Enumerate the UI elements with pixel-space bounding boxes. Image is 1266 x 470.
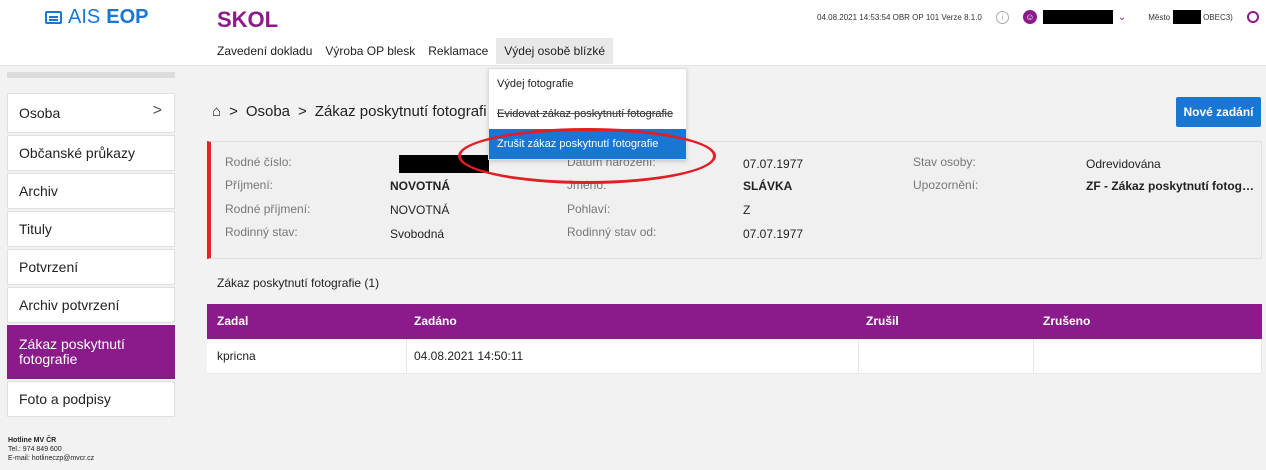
- sidebar-item-label: Občanské průkazy: [19, 145, 135, 161]
- section-title: Zákaz poskytnutí fotografie (1): [217, 276, 380, 290]
- prijmeni-label: Příjmení:: [225, 178, 274, 192]
- column-header-zadal[interactable]: Zadal: [207, 304, 407, 339]
- breadcrumb-osoba[interactable]: Osoba: [246, 103, 290, 120]
- sidebar-item-potvrzeni[interactable]: Potvrzení: [7, 249, 175, 285]
- breadcrumb-separator: >: [229, 103, 238, 120]
- vydej-dropdown-menu: Výdej fotografie Evidovat zákaz poskytnu…: [488, 68, 687, 160]
- chevron-right-icon: >: [152, 102, 162, 119]
- app-title: SKOL: [217, 7, 279, 32]
- sidebar-item-tituly[interactable]: Tituly: [7, 211, 175, 247]
- main-nav: Zavedení dokladu Výroba OP blesk Reklama…: [217, 38, 616, 64]
- datum-narozeni-value: 07.07.1977: [743, 157, 804, 171]
- stav-osoby-label: Stav osoby:: [913, 155, 976, 169]
- menu-item-evidovat-zakaz[interactable]: Evidovat zákaz poskytnutí fotografie: [489, 99, 686, 129]
- rodinny-stav-od-value: 07.07.1977: [743, 227, 804, 241]
- column-header-zruseno[interactable]: Zrušeno: [1034, 304, 1262, 339]
- column-header-zadano[interactable]: Zadáno: [407, 304, 859, 339]
- jmeno-label: Jméno:: [567, 178, 607, 192]
- sidebar-item-osoba[interactable]: Osoba >: [7, 93, 175, 133]
- pohlavi-label: Pohlaví:: [567, 202, 611, 216]
- card-icon: [45, 11, 62, 24]
- chevron-down-icon[interactable]: ⌄: [1118, 12, 1126, 23]
- mesto-label: Město: [1148, 12, 1171, 22]
- mesto-value: OBEC3): [1203, 12, 1233, 22]
- rodinny-stav-value: Svobodná: [390, 227, 445, 241]
- breadcrumb-separator: >: [298, 103, 307, 120]
- menu-item-zrusit-zakaz[interactable]: Zrušit zákaz poskytnutí fotografie: [489, 129, 686, 159]
- cell-zrusil: [859, 339, 1034, 374]
- sidebar-item-label: Archiv potvrzení: [19, 297, 120, 313]
- new-entry-button[interactable]: Nové zadání: [1176, 97, 1261, 127]
- menu-item-vydej-fotografie[interactable]: Výdej fotografie: [489, 69, 686, 99]
- jmeno-value: SLÁVKA: [743, 179, 793, 193]
- prijmeni-value: NOVOTNÁ: [390, 179, 450, 193]
- pohlavi-value: Z: [743, 203, 751, 217]
- nav-zavedeni-dokladu[interactable]: Zavedení dokladu: [217, 38, 317, 64]
- hotline-tel: Tel.: 974 849 600: [8, 446, 62, 453]
- redacted-username: [1042, 10, 1113, 24]
- upozorneni-value: ZF - Zákaz poskytnutí fotog…: [1086, 179, 1254, 193]
- zakaz-table: Zadal Zadáno Zrušil Zrušeno kpricna 04.0…: [207, 304, 1262, 374]
- breadcrumb-current: Zákaz poskytnutí fotografi: [314, 103, 487, 120]
- hotline-email: E-mail: hotlineczp@mvcr.cz: [8, 455, 95, 462]
- header-status: 04.08.2021 14:53:54 OBR OP 101 Verze 8.1…: [817, 10, 1259, 24]
- logo-text-ais: AIS: [68, 6, 101, 28]
- hotline-title: Hotline MV ČR: [8, 437, 57, 444]
- nav-vydej-osobe-blizke[interactable]: Výdej osobě blízké: [496, 38, 613, 64]
- hotline-info: Hotline MV ČR Tel.: 974 849 600 E-mail: …: [8, 436, 94, 463]
- nav-vyroba-op-blesk[interactable]: Výroba OP blesk: [320, 38, 420, 64]
- home-icon[interactable]: ⌂: [212, 103, 221, 120]
- table-header: Zadal Zadáno Zrušil Zrušeno: [207, 304, 1262, 339]
- rodne-cislo-label: Rodné číslo:: [225, 155, 292, 169]
- stav-osoby-value: Odrevidována: [1086, 157, 1161, 171]
- app-logo[interactable]: AIS EOP: [45, 6, 149, 29]
- logout-icon[interactable]: [1246, 11, 1259, 23]
- sidebar: Osoba > Občanské průkazy Archiv Tituly P…: [7, 93, 175, 419]
- rodne-prijmeni-label: Rodné příjmení:: [225, 202, 311, 216]
- cell-zadano: 04.08.2021 14:50:11: [407, 339, 859, 374]
- table-row[interactable]: kpricna 04.08.2021 14:50:11: [207, 339, 1262, 374]
- sidebar-item-archiv-potvrzeni[interactable]: Archiv potvrzení: [7, 287, 175, 323]
- column-header-zrusil[interactable]: Zrušil: [859, 304, 1034, 339]
- sidebar-item-archiv[interactable]: Archiv: [7, 173, 175, 209]
- sidebar-item-label: Foto a podpisy: [19, 391, 111, 407]
- breadcrumb: ⌂ > Osoba > Zákaz poskytnutí fotografi: [212, 103, 487, 120]
- redacted-mesto: [1173, 10, 1202, 24]
- info-icon[interactable]: i: [995, 10, 1009, 24]
- sidebar-item-zakaz-fotografie[interactable]: Zákaz poskytnutí fotografie: [7, 325, 175, 379]
- app-header: AIS EOP SKOL Zavedení dokladu Výroba OP …: [0, 0, 1266, 66]
- rodne-prijmeni-value: NOVOTNÁ: [390, 203, 450, 217]
- sidebar-item-label: Potvrzení: [19, 259, 79, 275]
- sidebar-item-foto-a-podpisy[interactable]: Foto a podpisy: [7, 381, 175, 417]
- user-icon[interactable]: ☺: [1022, 10, 1037, 24]
- logo-text-eop: EOP: [106, 6, 149, 28]
- upozorneni-label: Upozornění:: [913, 178, 979, 192]
- sidebar-top-strip: [7, 72, 175, 78]
- version-info: 04.08.2021 14:53:54 OBR OP 101 Verze 8.1…: [817, 12, 982, 22]
- nav-reklamace[interactable]: Reklamace: [423, 38, 493, 64]
- person-summary-card: Rodné číslo: Datum narození: 07.07.1977 …: [207, 141, 1262, 259]
- cell-zruseno: [1034, 339, 1262, 374]
- redacted-rodne-cislo: [399, 155, 489, 173]
- sidebar-item-label: Zákaz poskytnutí fotografie: [19, 335, 125, 367]
- rodinny-stav-od-label: Rodinný stav od:: [567, 225, 657, 239]
- sidebar-item-label: Osoba: [19, 105, 61, 121]
- cell-zadal: kpricna: [207, 339, 407, 374]
- sidebar-item-label: Archiv: [19, 183, 58, 199]
- sidebar-item-obcanske-prukazy[interactable]: Občanské průkazy: [7, 135, 175, 171]
- rodinny-stav-label: Rodinný stav:: [225, 225, 298, 239]
- sidebar-item-label: Tituly: [19, 221, 52, 237]
